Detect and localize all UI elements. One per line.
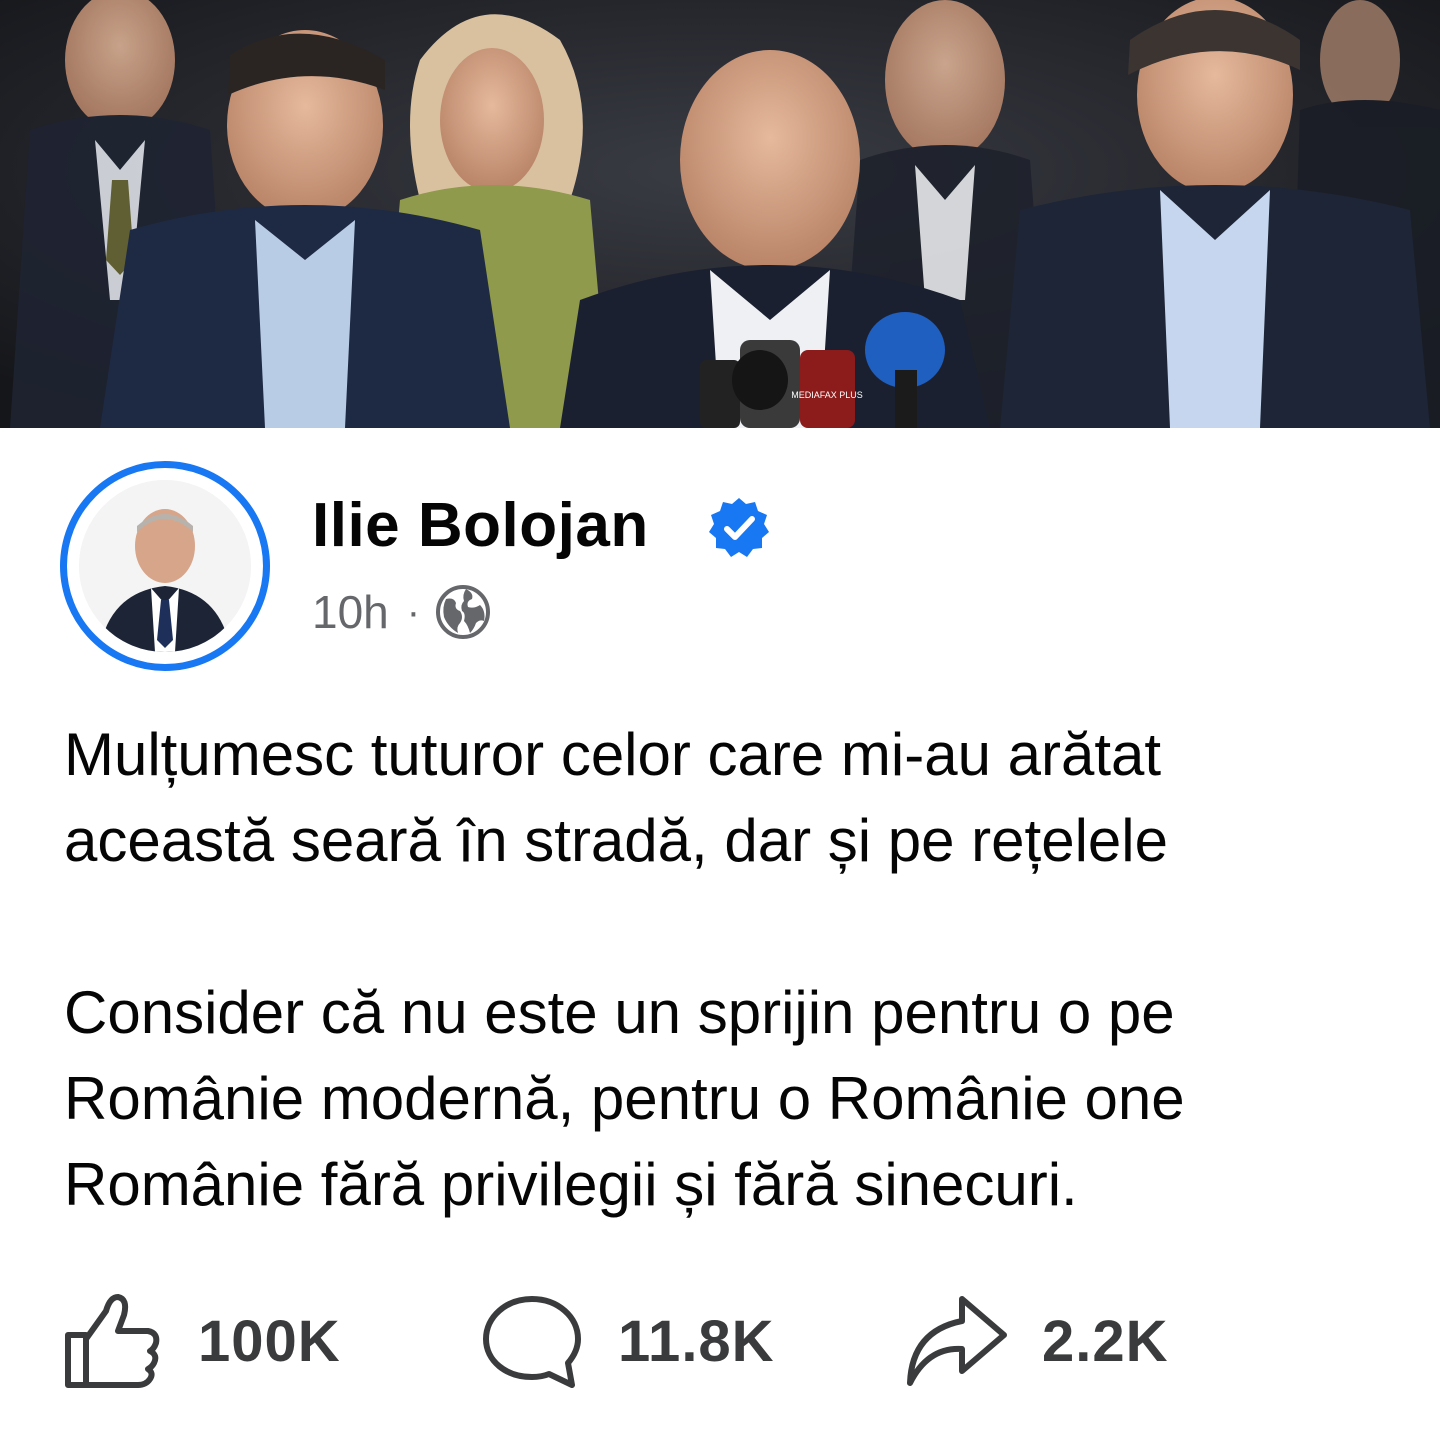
press-conference-photo: MEDIAFAX PLUS — [0, 0, 1440, 428]
author-name[interactable]: Ilie Bolojan — [312, 490, 649, 562]
profile-picture — [79, 480, 251, 652]
text-line: Românie modernă, pentru o Românie one — [64, 1065, 1185, 1132]
share-button[interactable]: 2.2K — [902, 1286, 1169, 1396]
paragraph: Mulțumesc tuturor celor care mi-au arăta… — [64, 712, 1440, 884]
avatar[interactable] — [79, 480, 251, 652]
share-count: 2.2K — [1042, 1308, 1169, 1374]
post-message: Mulțumesc tuturor celor care mi-au arăta… — [64, 712, 1440, 1314]
like-button[interactable]: 100K — [60, 1286, 341, 1396]
comment-button[interactable]: 11.8K — [480, 1286, 775, 1396]
thumbs-up-icon — [65, 1294, 160, 1388]
text-line: Mulțumesc tuturor celor care mi-au arăta… — [64, 721, 1162, 788]
text-line: această seară în stradă, dar și pe rețel… — [64, 807, 1168, 874]
post-photo[interactable]: MEDIAFAX PLUS — [0, 0, 1440, 428]
text-line: Consider că nu este un sprijin pentru o … — [64, 979, 1175, 1046]
post-meta: 10h · — [312, 582, 492, 642]
mic-flag-label: MEDIAFAX PLUS — [791, 390, 863, 400]
verified-badge-icon — [709, 498, 769, 557]
comment-bubble-icon — [483, 1296, 581, 1388]
action-bar: 100K 11.8K 2.2K — [60, 1286, 1440, 1396]
globe-icon[interactable] — [434, 583, 492, 641]
text-line: Românie fără privilegii și fără sinecuri… — [64, 1151, 1078, 1218]
post-timestamp[interactable]: 10h — [312, 585, 389, 639]
paragraph: Consider că nu este un sprijin pentru o … — [64, 970, 1440, 1228]
facebook-post: MEDIAFAX PLUS Ilie Bolojan 10h · Mulțume… — [0, 0, 1440, 1440]
share-arrow-icon — [907, 1296, 1007, 1386]
like-count: 100K — [198, 1308, 341, 1374]
comment-count: 11.8K — [618, 1308, 775, 1374]
meta-separator: · — [406, 589, 421, 634]
